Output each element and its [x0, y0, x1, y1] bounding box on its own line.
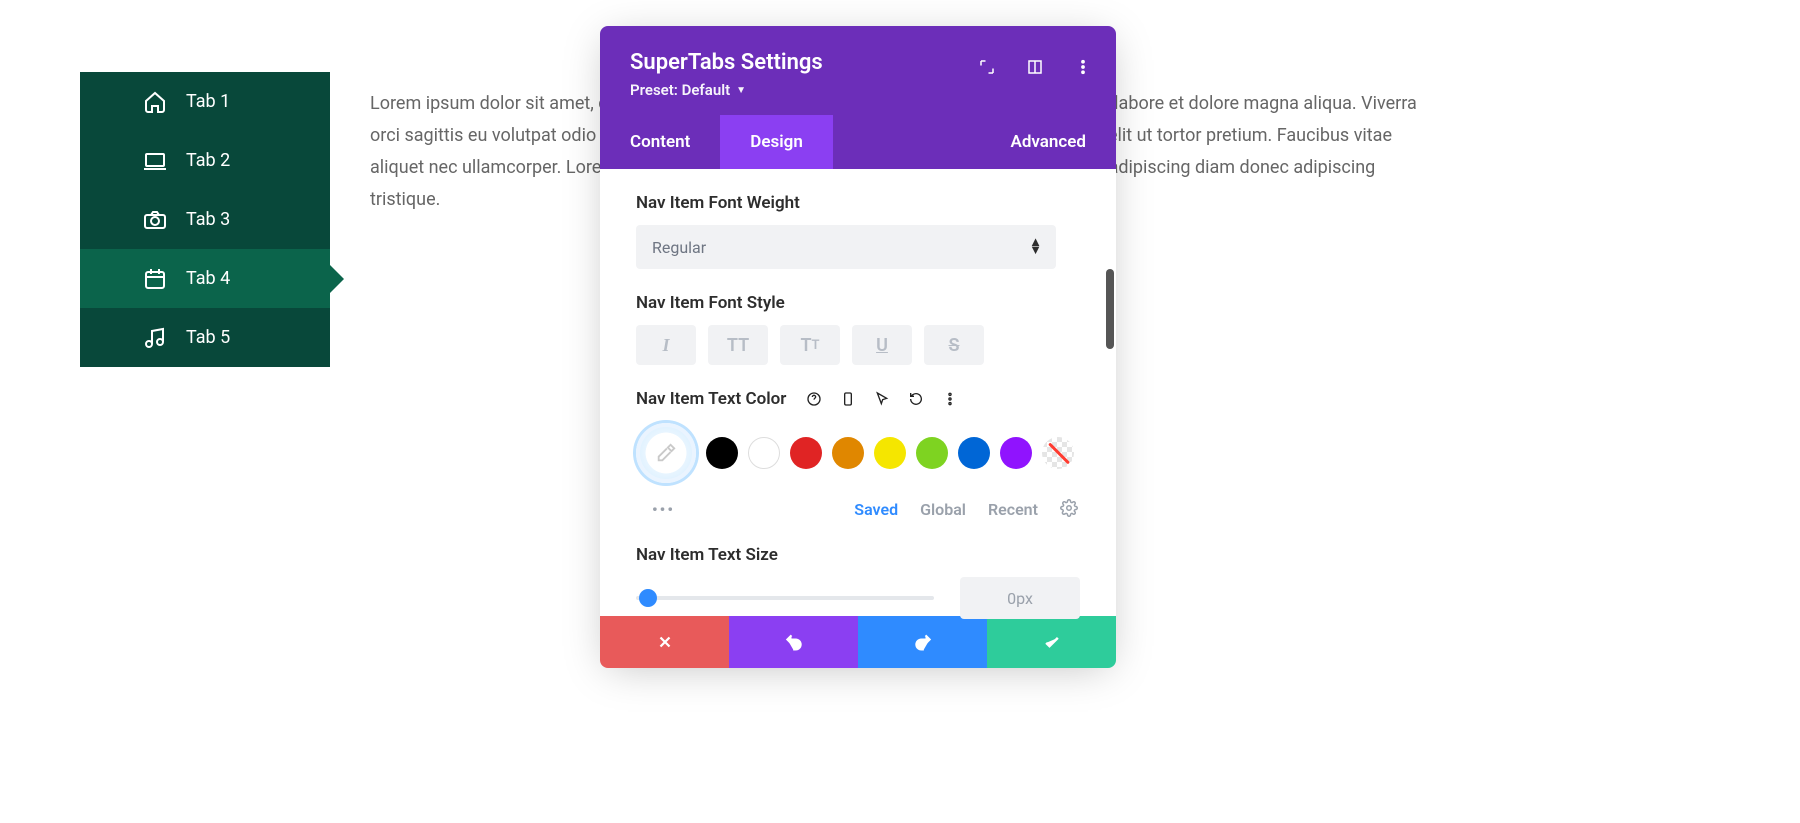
scrollbar-thumb[interactable] — [1106, 269, 1114, 349]
palette-tab-recent[interactable]: Recent — [988, 500, 1038, 519]
swatch-blue[interactable] — [958, 437, 990, 469]
font-weight-select[interactable]: Regular ▲▼ — [636, 225, 1056, 269]
tab-item-5[interactable]: Tab 5 — [80, 308, 330, 367]
settings-panel: SuperTabs Settings Preset: Default ▼ Con… — [600, 26, 1116, 668]
tab-item-1[interactable]: Tab 1 — [80, 72, 330, 131]
header-actions — [972, 52, 1098, 82]
panel-tab-design[interactable]: Design — [720, 115, 833, 169]
text-size-label: Nav Item Text Size — [636, 545, 1080, 565]
swatch-green[interactable] — [916, 437, 948, 469]
eyedropper-button[interactable] — [636, 423, 696, 483]
font-weight-label: Nav Item Font Weight — [636, 193, 1080, 213]
panel-tab-content[interactable]: Content — [600, 115, 720, 169]
home-icon — [142, 89, 168, 115]
font-style-buttons: I TT TT U S — [636, 325, 1080, 365]
kebab-icon[interactable] — [1068, 52, 1098, 82]
text-color-label: Nav Item Text Color — [636, 387, 1080, 411]
swatch-orange[interactable] — [832, 437, 864, 469]
reset-icon[interactable] — [904, 387, 928, 411]
color-swatch-row — [636, 423, 1080, 483]
swatch-purple[interactable] — [1000, 437, 1032, 469]
preset-label: Preset: Default — [630, 81, 730, 99]
panel-footer — [600, 616, 1116, 668]
more-icon[interactable] — [938, 387, 962, 411]
smallcaps-button[interactable]: TT — [780, 325, 840, 365]
palette-more-icon[interactable]: ••• — [646, 500, 675, 519]
panel-header: SuperTabs Settings Preset: Default ▼ — [600, 26, 1116, 115]
text-size-value: 0px — [1007, 589, 1033, 608]
palette-settings-icon[interactable] — [1060, 499, 1080, 519]
tab-item-2[interactable]: Tab 2 — [80, 131, 330, 190]
caret-down-icon: ▼ — [736, 85, 746, 96]
panel-tab-advanced[interactable]: Advanced — [980, 115, 1116, 169]
undo-button[interactable] — [729, 616, 858, 668]
text-size-row: 0px — [636, 577, 1080, 619]
expand-icon[interactable] — [972, 52, 1002, 82]
redo-button[interactable] — [858, 616, 987, 668]
tab-item-4[interactable]: Tab 4 — [80, 249, 330, 308]
select-arrows-icon: ▲▼ — [1029, 239, 1042, 255]
text-color-label-text: Nav Item Text Color — [636, 389, 786, 409]
laptop-icon — [142, 148, 168, 174]
slider-track — [636, 596, 934, 600]
panel-body: Nav Item Font Weight Regular ▲▼ Nav Item… — [600, 169, 1116, 616]
calendar-icon — [142, 266, 168, 292]
palette-tab-global[interactable]: Global — [920, 500, 966, 519]
underline-button[interactable]: U — [852, 325, 912, 365]
responsive-icon[interactable] — [836, 387, 860, 411]
uppercase-button[interactable]: TT — [708, 325, 768, 365]
font-weight-value: Regular — [652, 238, 706, 257]
italic-button[interactable]: I — [636, 325, 696, 365]
panel-tab-bar: Content Design Advanced — [600, 115, 1116, 169]
tab-label: Tab 1 — [186, 91, 230, 112]
tab-label: Tab 3 — [186, 209, 230, 230]
tab-item-3[interactable]: Tab 3 — [80, 190, 330, 249]
slider-thumb[interactable] — [639, 589, 657, 607]
swatch-transparent[interactable] — [1042, 437, 1074, 469]
swatch-yellow[interactable] — [874, 437, 906, 469]
cancel-button[interactable] — [600, 616, 729, 668]
confirm-button[interactable] — [987, 616, 1116, 668]
vertical-tab-nav: Tab 1 Tab 2 Tab 3 Tab 4 Tab 5 — [80, 72, 330, 367]
tab-label: Tab 4 — [186, 268, 230, 289]
swatch-red[interactable] — [790, 437, 822, 469]
field-option-icons — [802, 387, 962, 411]
text-size-input[interactable]: 0px — [960, 577, 1080, 619]
text-size-slider[interactable] — [636, 588, 934, 608]
preset-dropdown[interactable]: Preset: Default ▼ — [630, 81, 746, 99]
strikethrough-button[interactable]: S — [924, 325, 984, 365]
columns-icon[interactable] — [1020, 52, 1050, 82]
tab-label: Tab 5 — [186, 327, 230, 348]
swatch-black[interactable] — [706, 437, 738, 469]
hover-icon[interactable] — [870, 387, 894, 411]
camera-icon — [142, 207, 168, 233]
music-icon — [142, 325, 168, 351]
swatch-white[interactable] — [748, 437, 780, 469]
tab-label: Tab 2 — [186, 150, 230, 171]
help-icon[interactable] — [802, 387, 826, 411]
font-style-label: Nav Item Font Style — [636, 293, 1080, 313]
palette-tab-saved[interactable]: Saved — [854, 500, 898, 519]
palette-tabs: ••• Saved Global Recent — [636, 499, 1080, 519]
